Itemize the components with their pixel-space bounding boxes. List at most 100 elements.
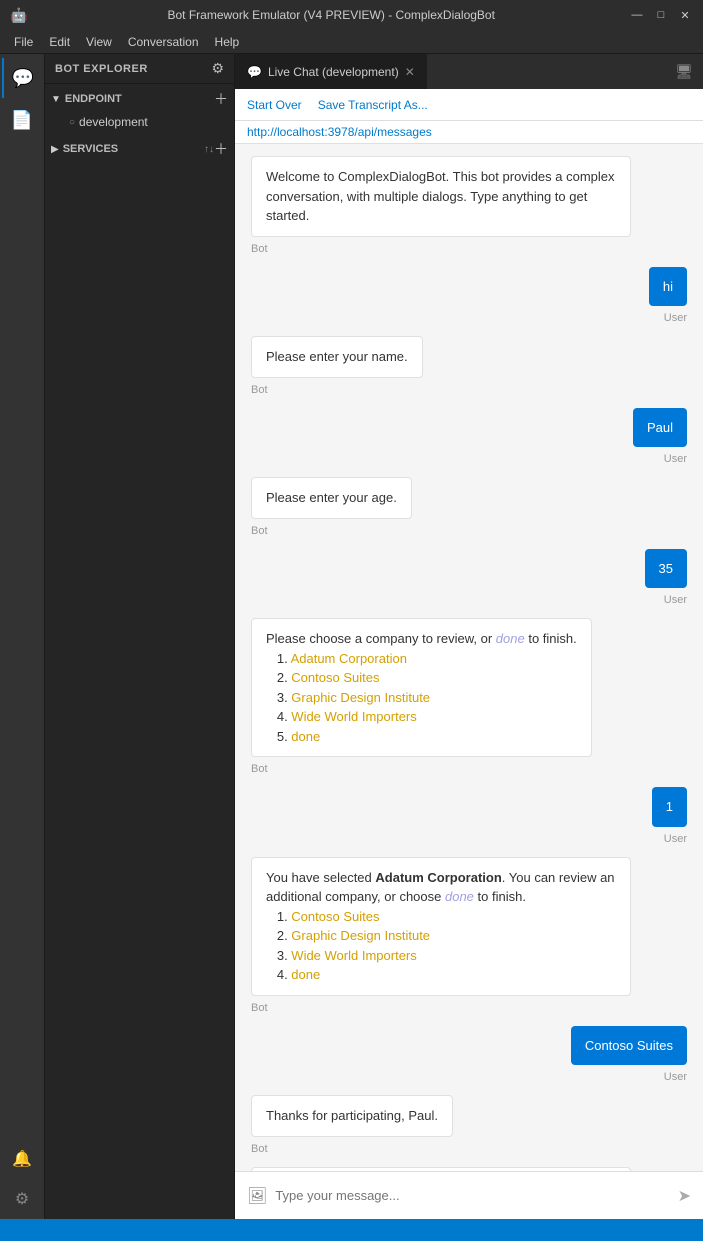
- list-item2-2: Graphic Design Institute: [291, 928, 430, 943]
- message-label-4: User: [251, 453, 687, 465]
- message-row-8: 1: [251, 787, 687, 827]
- message-row-5: Please enter your age.: [251, 477, 687, 519]
- sidebar-icon-settings[interactable]: ⚙: [2, 1179, 42, 1219]
- message-label-3: Bot: [251, 384, 687, 396]
- message-group-10: Contoso Suites User: [251, 1026, 687, 1084]
- bot-explorer-title: BOT EXPLORER: [55, 63, 148, 75]
- list-item-2: Contoso Suites: [291, 670, 379, 685]
- message-group-1: Welcome to ComplexDialogBot. This bot pr…: [251, 156, 687, 255]
- endpoint-header[interactable]: ▼ ENDPOINT ＋: [45, 86, 234, 112]
- bot-bubble-9: You have selected Adatum Corporation. Yo…: [251, 857, 631, 996]
- services-section: ▶ SERVICES ↑↓ ＋: [45, 134, 234, 164]
- monitor-icon[interactable]: 🖥: [665, 63, 703, 80]
- message-label-6: User: [251, 594, 687, 606]
- menu-file[interactable]: File: [6, 33, 41, 51]
- services-count: ↑↓: [204, 144, 214, 155]
- window-title: Bot Framework Emulator (V4 PREVIEW) - Co…: [33, 8, 629, 22]
- chat-toolbar: Start Over Save Transcript As...: [235, 89, 703, 121]
- message-input[interactable]: [275, 1188, 669, 1203]
- user-bubble-6: 35: [645, 549, 687, 589]
- list-item2-3: Wide World Importers: [291, 948, 416, 963]
- endpoint-label: ENDPOINT: [65, 93, 214, 105]
- message-row-3: Please enter your name.: [251, 336, 687, 378]
- endpoint-add-icon[interactable]: ＋: [214, 89, 228, 109]
- title-bar: 🤖 Bot Framework Emulator (V4 PREVIEW) - …: [0, 0, 703, 30]
- attachment-icon[interactable]: 🖼: [247, 1186, 267, 1206]
- maximize-button[interactable]: □: [653, 7, 669, 23]
- chat-tab-icon: 💬: [247, 65, 262, 79]
- sidebar: 💬 📄 🔔 ⚙ BOT EXPLORER ⚙ ▼ ENDPOINT ＋: [0, 54, 235, 1219]
- list-item-4: Wide World Importers: [291, 709, 416, 724]
- send-button[interactable]: ➤: [678, 1186, 691, 1206]
- message-row-4: Paul: [251, 408, 687, 448]
- message-label-9: Bot: [251, 1002, 687, 1014]
- development-item[interactable]: ○ development: [45, 112, 234, 132]
- message-group-11: Thanks for participating, Paul. Bot: [251, 1095, 687, 1155]
- chat-input-area: 🖼 ➤: [235, 1171, 703, 1219]
- done-text-2: done: [445, 889, 474, 904]
- bot-bubble-11: Thanks for participating, Paul.: [251, 1095, 453, 1137]
- live-chat-tab[interactable]: 💬 Live Chat (development) ✕: [235, 54, 428, 89]
- message-row-2: hi: [251, 267, 687, 307]
- chat-tab-label: Live Chat (development): [268, 65, 399, 79]
- services-arrow: ▶: [51, 144, 59, 155]
- menu-bar: File Edit View Conversation Help: [0, 30, 703, 54]
- message-group-5: Please enter your age. Bot: [251, 477, 687, 537]
- app-icon: 🤖: [10, 7, 27, 24]
- close-button[interactable]: ✕: [677, 7, 693, 23]
- message-label-11: Bot: [251, 1143, 687, 1155]
- bot-bubble-3: Please enter your name.: [251, 336, 423, 378]
- services-header[interactable]: ▶ SERVICES ↑↓ ＋: [45, 136, 234, 162]
- bot-bubble-1: Welcome to ComplexDialogBot. This bot pr…: [251, 156, 631, 237]
- message-label-1: Bot: [251, 243, 687, 255]
- services-add-icon[interactable]: ＋: [214, 139, 228, 159]
- message-row-1: Welcome to ComplexDialogBot. This bot pr…: [251, 156, 687, 237]
- message-group-4: Paul User: [251, 408, 687, 466]
- message-group-3: Please enter your name. Bot: [251, 336, 687, 396]
- menu-view[interactable]: View: [78, 33, 120, 51]
- sidebar-icon-rail: 💬 📄 🔔 ⚙: [0, 54, 45, 1219]
- message-group-8: 1 User: [251, 787, 687, 845]
- list-item2-4: done: [291, 967, 320, 982]
- bottom-status-bar: [0, 1219, 703, 1241]
- list-item-1: Adatum Corporation: [291, 651, 407, 666]
- message-group-7: Please choose a company to review, or do…: [251, 618, 687, 775]
- menu-help[interactable]: Help: [207, 33, 248, 51]
- sidebar-tree: BOT EXPLORER ⚙ ▼ ENDPOINT ＋ ○ developmen…: [45, 54, 234, 1219]
- message-label-8: User: [251, 833, 687, 845]
- message-row-11: Thanks for participating, Paul.: [251, 1095, 687, 1137]
- sidebar-icon-chat[interactable]: 💬: [2, 58, 42, 98]
- message-row-10: Contoso Suites: [251, 1026, 687, 1066]
- message-group-6: 35 User: [251, 549, 687, 607]
- api-url: http://localhost:3978/api/messages: [235, 121, 703, 144]
- sidebar-icon-bell[interactable]: 🔔: [2, 1139, 42, 1179]
- start-over-button[interactable]: Start Over: [247, 98, 302, 112]
- sidebar-gear-icon[interactable]: ⚙: [211, 60, 224, 77]
- bot-bubble-5: Please enter your age.: [251, 477, 412, 519]
- minimize-button[interactable]: —: [629, 7, 645, 23]
- message-group-9: You have selected Adatum Corporation. Yo…: [251, 857, 687, 1014]
- save-transcript-button[interactable]: Save Transcript As...: [318, 98, 428, 112]
- message-label-5: Bot: [251, 525, 687, 537]
- list-item-3: Graphic Design Institute: [291, 690, 430, 705]
- main-layout: 💬 📄 🔔 ⚙ BOT EXPLORER ⚙ ▼ ENDPOINT ＋: [0, 54, 703, 1219]
- message-label-7: Bot: [251, 763, 687, 775]
- message-label-2: User: [251, 312, 687, 324]
- menu-edit[interactable]: Edit: [41, 33, 78, 51]
- sidebar-icon-document[interactable]: 📄: [2, 100, 42, 140]
- list-item-5: done: [291, 729, 320, 744]
- chat-tabs-bar: 💬 Live Chat (development) ✕ 🖥: [235, 54, 703, 89]
- message-label-10: User: [251, 1071, 687, 1083]
- chat-tab-close-icon[interactable]: ✕: [405, 65, 415, 79]
- chat-messages: Welcome to ComplexDialogBot. This bot pr…: [235, 144, 703, 1171]
- done-text-1: done: [496, 631, 525, 646]
- user-bubble-10: Contoso Suites: [571, 1026, 687, 1066]
- list-item2-1: Contoso Suites: [291, 909, 379, 924]
- menu-conversation[interactable]: Conversation: [120, 33, 207, 51]
- user-bubble-8: 1: [652, 787, 687, 827]
- endpoint-section: ▼ ENDPOINT ＋ ○ development: [45, 84, 234, 134]
- message-group-2: hi User: [251, 267, 687, 325]
- window-controls: — □ ✕: [629, 7, 693, 23]
- user-bubble-4: Paul: [633, 408, 687, 448]
- user-bubble-2: hi: [649, 267, 687, 307]
